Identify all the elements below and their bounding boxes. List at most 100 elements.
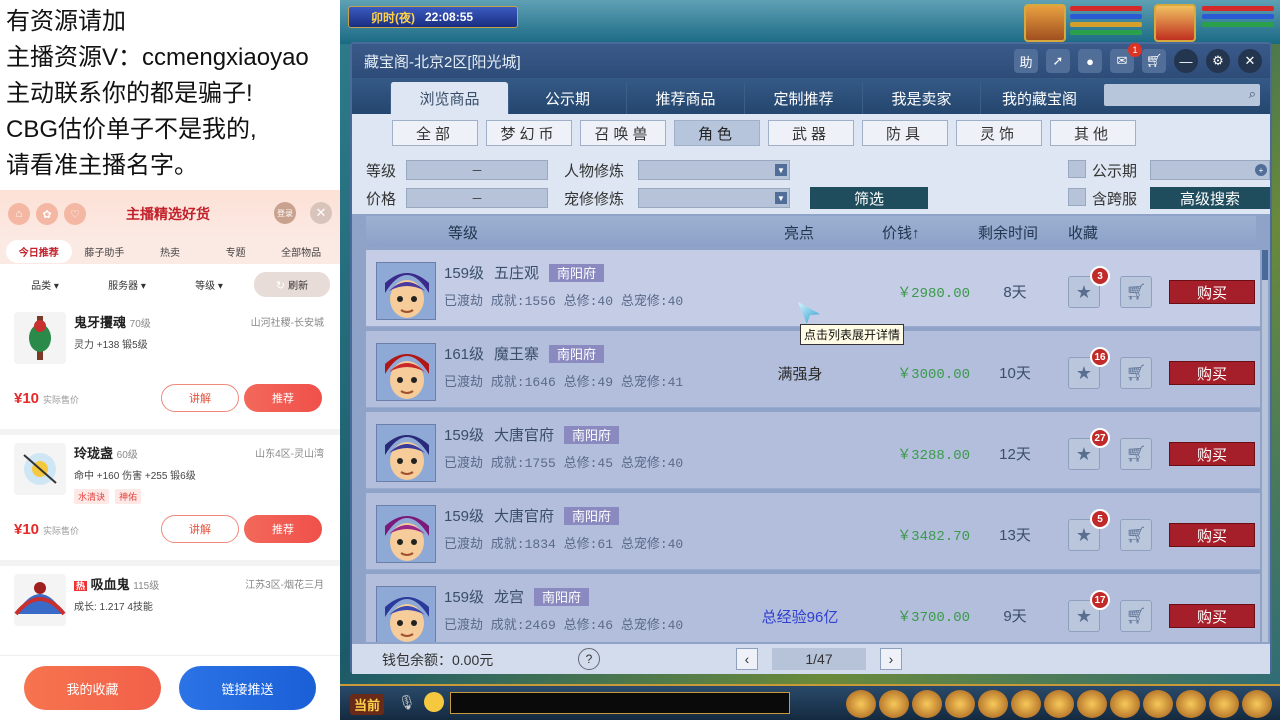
row-school: 大唐官府	[494, 427, 555, 444]
col-collect[interactable]: 收藏	[1068, 222, 1098, 243]
explain-button[interactable]: 讲解	[161, 384, 239, 412]
shield-icon[interactable]: ♡	[64, 203, 86, 225]
microphone-icon[interactable]: 🎙︎	[398, 694, 416, 711]
recommend-button[interactable]: 推荐	[244, 384, 322, 412]
category-currency[interactable]: 梦幻币	[486, 120, 572, 146]
price-range-input[interactable]: －	[406, 188, 548, 208]
char-cultivation-select[interactable]: ▼	[638, 160, 790, 180]
pet-avatar[interactable]	[1154, 4, 1196, 42]
home-icon[interactable]: ⌂	[8, 203, 30, 225]
link-push-button[interactable]: 链接推送	[179, 666, 316, 710]
my-favorites-button[interactable]: 我的收藏	[24, 666, 161, 710]
level-range-input[interactable]: －	[406, 160, 548, 180]
table-row[interactable]: 159级 大唐官府 南阳府 已渡劫 成就:1755 总修:45 总宠修:40 ￥3288…	[366, 412, 1260, 489]
category-character[interactable]: 角色	[674, 120, 760, 146]
prev-page-button[interactable]: ‹	[736, 648, 758, 670]
share-icon[interactable]: ➚	[1046, 49, 1070, 73]
refresh-button[interactable]: ↻ 刷新	[254, 271, 330, 297]
toolbar-icon[interactable]	[1209, 690, 1239, 718]
list-item[interactable]: 玲珑盏 60级 山东4区-灵山湾 命中 +160 伤害 +255 锻6级 水清诀…	[0, 435, 340, 560]
chat-input[interactable]	[450, 692, 790, 714]
close-icon[interactable]: ✕	[310, 202, 332, 224]
table-row[interactable]: 159级 龙宫 南阳府 已渡劫 成就:2469 总修:46 总宠修:40 总经验96亿 ￥…	[366, 574, 1260, 642]
toolbar-icon[interactable]	[945, 690, 975, 718]
public-period-checkbox[interactable]	[1068, 160, 1086, 178]
tab-seller[interactable]: 我是卖家	[862, 82, 980, 114]
tab-my-pavilion[interactable]: 我的藏宝阁	[980, 82, 1098, 114]
category-all[interactable]: 全部	[392, 120, 478, 146]
cart-icon[interactable]: 🛒︎	[1142, 49, 1166, 73]
add-to-cart-button[interactable]: 🛒︎	[1120, 276, 1152, 308]
explain-button[interactable]: 讲解	[161, 515, 239, 543]
emoji-icon[interactable]	[424, 692, 444, 712]
player-avatar[interactable]	[1024, 4, 1066, 42]
public-period-select[interactable]: +	[1150, 160, 1270, 180]
toolbar-icon[interactable]	[1176, 690, 1206, 718]
buy-button[interactable]: 购买	[1169, 280, 1255, 304]
filter-level[interactable]: 等级 ▾	[172, 277, 246, 292]
toolbar-icon[interactable]	[879, 690, 909, 718]
col-highlight[interactable]: 亮点	[784, 222, 814, 243]
settings-icon[interactable]: ✿	[36, 203, 58, 225]
add-to-cart-button[interactable]: 🛒︎	[1120, 438, 1152, 470]
toolbar-icon[interactable]	[912, 690, 942, 718]
help-button[interactable]: ?	[578, 648, 600, 670]
next-page-button[interactable]: ›	[880, 648, 902, 670]
tab-public[interactable]: 公示期	[508, 82, 626, 114]
scrollbar[interactable]	[1262, 250, 1268, 642]
add-to-cart-button[interactable]: 🛒︎	[1120, 519, 1152, 551]
help-icon[interactable]: 助	[1014, 49, 1038, 73]
list-item[interactable]: 鬼牙攫魂 70级 山河社稷-长安城 灵力 +138 锻5级 ¥10 实际售价 讲解…	[0, 304, 340, 429]
gear-icon[interactable]: ⚙	[1206, 49, 1230, 73]
filter-category[interactable]: 品类 ▾	[8, 277, 82, 292]
category-pet[interactable]: 召唤兽	[580, 120, 666, 146]
filter-button[interactable]: 筛选	[810, 187, 928, 209]
category-weapon[interactable]: 武器	[768, 120, 854, 146]
tab-today[interactable]: 今日推荐	[6, 239, 72, 263]
list-item[interactable]: 热 吸血鬼 115级 江苏3区-烟花三月 成长: 1.217 4技能	[0, 566, 340, 656]
toolbar-icon[interactable]	[1077, 690, 1107, 718]
col-price[interactable]: 价钱↑	[882, 222, 920, 243]
table-row[interactable]: 159级 大唐官府 南阳府 已渡劫 成就:1834 总修:61 总宠修:40 ￥3482…	[366, 493, 1260, 570]
buy-button[interactable]: 购买	[1169, 523, 1255, 547]
login-button[interactable]: 登录	[274, 202, 296, 224]
tab-browse[interactable]: 浏览商品	[390, 82, 508, 114]
category-accessory[interactable]: 灵饰	[956, 120, 1042, 146]
buy-button[interactable]: 购买	[1169, 442, 1255, 466]
tab-hot[interactable]: 热卖	[137, 240, 203, 263]
add-to-cart-button[interactable]: 🛒︎	[1120, 600, 1152, 632]
message-icon[interactable]: ✉ 1	[1110, 43, 1142, 73]
advanced-search-button[interactable]: 高级搜索	[1150, 187, 1270, 209]
toolbar-icon[interactable]	[1242, 690, 1272, 718]
search-icon[interactable]: ⌕	[1249, 86, 1256, 102]
filter-server[interactable]: 服务器 ▾	[90, 277, 164, 292]
tab-all[interactable]: 全部物品	[268, 240, 334, 263]
category-other[interactable]: 其他	[1050, 120, 1136, 146]
toolbar-icon[interactable]	[978, 690, 1008, 718]
pet-cultivation-select[interactable]: ▼	[638, 188, 790, 208]
tab-custom[interactable]: 定制推荐	[744, 82, 862, 114]
buy-button[interactable]: 购买	[1169, 604, 1255, 628]
add-to-cart-button[interactable]: 🛒︎	[1120, 357, 1152, 389]
tab-helper[interactable]: 藤子助手	[72, 240, 138, 263]
recommend-button[interactable]: 推荐	[244, 515, 322, 543]
table-row[interactable]: 159级 五庄观 南阳府 已渡劫 成就:1556 总修:40 总宠修:40 ￥2980.…	[366, 250, 1260, 327]
col-level[interactable]: 等级	[448, 222, 478, 243]
toolbar-icon[interactable]	[1143, 690, 1173, 718]
toolbar-icon[interactable]	[1044, 690, 1074, 718]
record-icon[interactable]: ●	[1078, 49, 1102, 73]
scrollbar-thumb[interactable]	[1262, 250, 1268, 280]
minimize-icon[interactable]: —	[1174, 49, 1198, 73]
tab-topic[interactable]: 专题	[203, 240, 269, 263]
toolbar-icon[interactable]	[846, 690, 876, 718]
search-input[interactable]: ⌕	[1104, 84, 1260, 106]
col-remaining[interactable]: 剩余时间	[978, 222, 1038, 243]
toolbar-icon[interactable]	[1011, 690, 1041, 718]
category-armor[interactable]: 防具	[862, 120, 948, 146]
buy-button[interactable]: 购买	[1169, 361, 1255, 385]
cross-server-checkbox[interactable]	[1068, 188, 1086, 206]
tab-recommended[interactable]: 推荐商品	[626, 82, 744, 114]
close-icon[interactable]: ✕	[1238, 49, 1262, 73]
channel-current[interactable]: 当前	[350, 694, 385, 715]
toolbar-icon[interactable]	[1110, 690, 1140, 718]
